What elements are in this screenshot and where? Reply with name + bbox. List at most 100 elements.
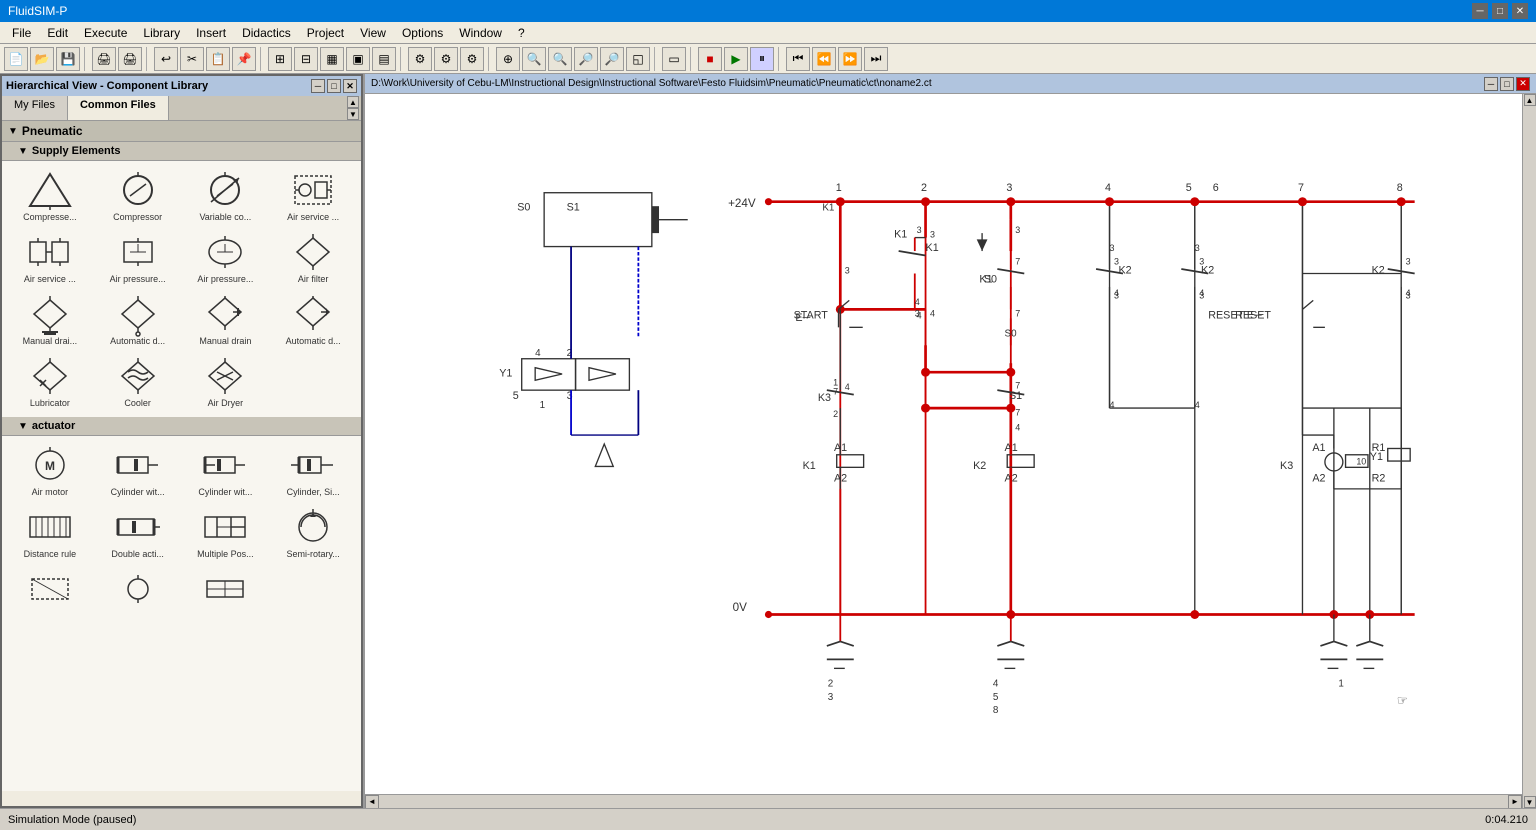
comp-multiple-pos[interactable]: Multiple Pos... xyxy=(182,502,270,564)
tab-my-files[interactable]: My Files xyxy=(2,96,68,120)
tb-copy[interactable]: 📋 xyxy=(206,47,230,71)
tb-zoom-fit[interactable]: ⊕ xyxy=(496,47,520,71)
schematic-minimize-button[interactable]: ─ xyxy=(1484,77,1498,91)
tb-undo[interactable]: ↩ xyxy=(154,47,178,71)
tb-stop[interactable]: ■ xyxy=(698,47,722,71)
close-button[interactable]: ✕ xyxy=(1512,3,1528,19)
comp-air-pressure-2[interactable]: Air pressure... xyxy=(182,227,270,289)
tb-paste[interactable]: 📌 xyxy=(232,47,256,71)
tb-pause[interactable]: ⏸ xyxy=(750,47,774,71)
schematic-area[interactable]: ▲ ▼ ◄ ► S0 S1 xyxy=(365,94,1536,808)
schematic-close-button[interactable]: ✕ xyxy=(1516,77,1530,91)
comp-variable-compressor[interactable]: Variable co... xyxy=(182,165,270,227)
tb-align4[interactable]: ▣ xyxy=(346,47,370,71)
cylinder-1-icon xyxy=(114,445,162,485)
schematic-title-controls[interactable]: ─ □ ✕ xyxy=(1484,77,1530,91)
tb-print[interactable]: 🖨 xyxy=(92,47,116,71)
menu-execute[interactable]: Execute xyxy=(76,24,135,42)
comp-manual-drain-2[interactable]: Manual drain xyxy=(182,289,270,351)
comp-cylinder-2[interactable]: Cylinder wit... xyxy=(182,440,270,502)
tb-f2[interactable]: ⚙ xyxy=(434,47,458,71)
menu-window[interactable]: Window xyxy=(451,24,510,42)
tb-open[interactable]: 📂 xyxy=(30,47,54,71)
tb-align5[interactable]: ▤ xyxy=(372,47,396,71)
lib-restore-button[interactable]: □ xyxy=(327,79,341,93)
scroll-right-btn[interactable]: ► xyxy=(1508,795,1522,809)
menu-edit[interactable]: Edit xyxy=(39,24,76,42)
tree-scroll-down[interactable]: ▼ xyxy=(347,108,359,120)
comp-auto-drain-1[interactable]: Automatic d... xyxy=(94,289,182,351)
section-actuator[interactable]: ▼ actuator xyxy=(2,417,361,436)
distance-rule-icon xyxy=(26,507,74,547)
svg-text:3: 3 xyxy=(1114,291,1119,301)
title-bar-controls[interactable]: ─ □ ✕ xyxy=(1472,3,1528,19)
menu-help[interactable]: ? xyxy=(510,24,533,42)
tb-align3[interactable]: ▦ xyxy=(320,47,344,71)
tb-step-fwd[interactable]: ⏩ xyxy=(838,47,862,71)
tb-new[interactable]: 📄 xyxy=(4,47,28,71)
comp-distance-rule[interactable]: Distance rule xyxy=(6,502,94,564)
menu-library[interactable]: Library xyxy=(135,24,188,42)
comp-air-filter[interactable]: Air filter xyxy=(269,227,357,289)
comp-air-service-1[interactable]: Air service ... xyxy=(269,165,357,227)
scroll-bottom[interactable]: ◄ ► xyxy=(365,794,1522,808)
comp-unknown-1[interactable] xyxy=(6,564,94,616)
maximize-button[interactable]: □ xyxy=(1492,3,1508,19)
tb-f1[interactable]: ⚙ xyxy=(408,47,432,71)
menu-project[interactable]: Project xyxy=(299,24,352,42)
comp-unknown-2[interactable] xyxy=(94,564,182,616)
comp-air-dryer[interactable]: Air Dryer xyxy=(182,351,270,413)
tb-zoom-region[interactable]: ◱ xyxy=(626,47,650,71)
svg-text:A2: A2 xyxy=(1312,473,1325,485)
tb-fwd[interactable]: ⏭ xyxy=(864,47,888,71)
minimize-button[interactable]: ─ xyxy=(1472,3,1488,19)
menu-file[interactable]: File xyxy=(4,24,39,42)
lib-minimize-button[interactable]: ─ xyxy=(311,79,325,93)
comp-air-service-2[interactable]: Air service ... xyxy=(6,227,94,289)
comp-air-service-1-label: Air service ... xyxy=(287,212,339,222)
scroll-up-btn[interactable]: ▲ xyxy=(1524,94,1536,106)
scroll-left-btn[interactable]: ◄ xyxy=(365,795,379,809)
comp-cylinder-3[interactable]: Cylinder, Si... xyxy=(269,440,357,502)
lib-close-button[interactable]: ✕ xyxy=(343,79,357,93)
tb-step-back[interactable]: ⏪ xyxy=(812,47,836,71)
comp-manual-drain-1[interactable]: Manual drai... xyxy=(6,289,94,351)
schematic-restore-button[interactable]: □ xyxy=(1500,77,1514,91)
tab-common-files[interactable]: Common Files xyxy=(68,96,169,120)
tb-zoom-in[interactable]: 🔍 xyxy=(522,47,546,71)
menu-options[interactable]: Options xyxy=(394,24,451,42)
tb-zoom-out2[interactable]: 🔎 xyxy=(600,47,624,71)
library-title-controls[interactable]: ─ □ ✕ xyxy=(311,79,357,93)
tb-zoom-100[interactable]: 🔍 xyxy=(548,47,572,71)
tb-save[interactable]: 💾 xyxy=(56,47,80,71)
scroll-right[interactable]: ▲ ▼ xyxy=(1522,94,1536,808)
menu-insert[interactable]: Insert xyxy=(188,24,234,42)
tree-scroll-up[interactable]: ▲ xyxy=(347,96,359,108)
comp-cylinder-1[interactable]: Cylinder wit... xyxy=(94,440,182,502)
comp-double-acting[interactable]: Double acti... xyxy=(94,502,182,564)
comp-air-pressure-1[interactable]: Air pressure... xyxy=(94,227,182,289)
tb-page[interactable]: ▭ xyxy=(662,47,686,71)
comp-compressor-2[interactable]: Compressor xyxy=(94,165,182,227)
comp-cooler[interactable]: Cooler xyxy=(94,351,182,413)
tree-content[interactable]: ▼ Pneumatic ▼ Supply Elements xyxy=(2,121,361,791)
tb-f3[interactable]: ⚙ xyxy=(460,47,484,71)
tb-align1[interactable]: ⊞ xyxy=(268,47,292,71)
scroll-down-btn[interactable]: ▼ xyxy=(1524,796,1536,808)
comp-lubricator[interactable]: Lubricator xyxy=(6,351,94,413)
comp-auto-drain-2[interactable]: Automatic d... xyxy=(269,289,357,351)
tb-align2[interactable]: ⊟ xyxy=(294,47,318,71)
comp-unknown-3[interactable] xyxy=(182,564,270,616)
tb-cut[interactable]: ✂ xyxy=(180,47,204,71)
comp-compressor-1[interactable]: Compresse... xyxy=(6,165,94,227)
menu-didactics[interactable]: Didactics xyxy=(234,24,299,42)
section-supply-elements[interactable]: ▼ Supply Elements xyxy=(2,142,361,161)
tb-print2[interactable]: 🖨 xyxy=(118,47,142,71)
comp-air-motor[interactable]: M Air motor xyxy=(6,440,94,502)
comp-semi-rotary[interactable]: Semi-rotary... xyxy=(269,502,357,564)
section-pneumatic[interactable]: ▼ Pneumatic xyxy=(2,121,361,142)
menu-view[interactable]: View xyxy=(352,24,394,42)
tb-play[interactable]: ▶ xyxy=(724,47,748,71)
tb-zoom-out1[interactable]: 🔎 xyxy=(574,47,598,71)
tb-rew[interactable]: ⏮ xyxy=(786,47,810,71)
